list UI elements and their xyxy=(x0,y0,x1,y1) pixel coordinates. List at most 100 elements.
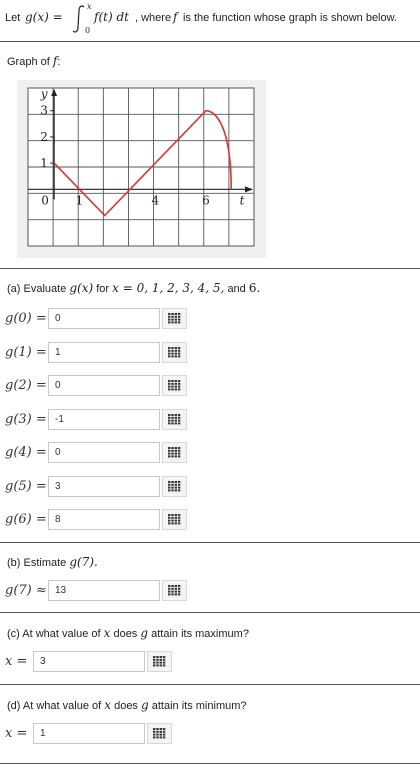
intro-tail: is the function whose graph is shown bel… xyxy=(183,12,398,24)
x-axis-label: t xyxy=(240,193,245,207)
part-d-prompt: (d) At what value of x does g attain its… xyxy=(7,698,247,712)
part-c-x: x xyxy=(103,626,111,640)
part-a-six: 6. xyxy=(248,281,261,295)
answer-label-d: x = xyxy=(5,725,28,741)
answer-input-a[interactable]: 8 xyxy=(48,509,160,530)
graph-caption-text: Graph of xyxy=(7,56,50,68)
keypad-button[interactable] xyxy=(162,509,187,530)
keypad-button[interactable] xyxy=(162,375,187,396)
part-b-g7: g(7). xyxy=(69,555,98,569)
x-tick-label: 4 xyxy=(151,193,159,207)
answer-label-c: x = xyxy=(5,653,28,669)
keypad-icon xyxy=(153,656,166,667)
answer-label-a: g(2) = xyxy=(5,377,47,393)
divider xyxy=(0,268,420,269)
answer-input-a[interactable]: 0 xyxy=(48,442,160,463)
answer-row-a: g(6) = xyxy=(5,508,47,530)
divider xyxy=(0,684,420,685)
part-c-does: does xyxy=(113,628,138,640)
answer-label-a: g(6) = xyxy=(5,511,47,527)
divider xyxy=(0,763,420,764)
answer-input-b[interactable]: 13 xyxy=(48,580,160,601)
part-d-prompt-start: (d) At what value of xyxy=(7,700,102,712)
answer-input-d[interactable]: 1 xyxy=(33,723,145,744)
part-c-tail: attain its maximum? xyxy=(151,628,249,640)
part-d-does: does xyxy=(114,700,138,712)
answer-label-a: g(5) = xyxy=(5,478,47,494)
answer-row-c: x = xyxy=(5,650,27,672)
x-tick-label: 0 xyxy=(41,193,49,207)
answer-label-a: g(0) = xyxy=(5,310,47,326)
answer-row-d: x = xyxy=(5,722,27,744)
divider xyxy=(0,542,420,543)
y-tick-label: 1 xyxy=(40,156,48,170)
intro-let: Let xyxy=(5,12,21,24)
keypad-button[interactable] xyxy=(162,308,187,329)
part-b-prompt: (b) Estimate g(7). xyxy=(7,555,98,569)
part-d-g: g xyxy=(141,698,149,712)
y-tick-label: 2 xyxy=(40,130,48,144)
part-a-g: g(x) xyxy=(69,281,94,295)
y-axis-label: y xyxy=(40,87,48,101)
graph-caption-colon: : xyxy=(57,56,61,68)
keypad-button[interactable] xyxy=(162,442,187,463)
keypad-button[interactable] xyxy=(162,409,187,430)
keypad-icon xyxy=(168,447,181,458)
part-c-prompt: (c) At what value of x does g attain its… xyxy=(7,626,249,640)
answer-row-a: g(0) = xyxy=(5,307,47,329)
part-b-prompt-start: (b) Estimate xyxy=(7,557,67,569)
keypad-icon xyxy=(168,414,181,425)
answer-input-c[interactable]: 3 xyxy=(33,651,145,672)
answer-row-a: g(4) = xyxy=(5,441,47,463)
answer-row-a: g(1) = xyxy=(5,341,47,363)
answer-label-b: g(7) ≈ xyxy=(5,582,47,598)
part-a-prompt: (a) Evaluate g(x) for x = 0, 1, 2, 3, 4,… xyxy=(7,281,260,295)
answer-label-a: g(4) = xyxy=(5,444,47,460)
intro-upper: x xyxy=(87,2,92,11)
keypad-icon xyxy=(168,514,181,525)
part-a-for: for xyxy=(96,283,110,295)
answer-input-a[interactable]: 1 xyxy=(48,342,160,363)
keypad-icon xyxy=(168,585,181,596)
answer-row-a: g(2) = xyxy=(5,374,47,396)
graph-panel: 3 2 1 0 1 4 6 y t xyxy=(17,80,266,258)
keypad-button[interactable] xyxy=(147,723,172,744)
part-a-prompt-start: (a) Evaluate xyxy=(7,283,67,295)
x-tick-label: 1 xyxy=(76,193,84,207)
answer-input-a[interactable]: -1 xyxy=(48,409,160,430)
answer-row-b: g(7) ≈ xyxy=(5,579,47,601)
keypad-button[interactable] xyxy=(147,651,172,672)
part-c-prompt-start: (c) At what value of xyxy=(7,628,101,640)
keypad-button[interactable] xyxy=(162,342,187,363)
answer-input-a[interactable]: 3 xyxy=(48,476,160,497)
keypad-icon xyxy=(168,313,181,324)
answer-input-a[interactable]: 0 xyxy=(48,375,160,396)
intro-text: Let g(x) = x 0 f(t) dt , where f is the … xyxy=(5,2,415,35)
intro-where: , where xyxy=(135,12,172,24)
answer-input-a[interactable]: 0 xyxy=(48,308,160,329)
part-a-and: and xyxy=(227,283,246,295)
answer-label-a: g(1) = xyxy=(5,344,47,360)
graph-of-f: 3 2 1 0 1 4 6 y t xyxy=(27,87,255,247)
divider xyxy=(0,41,420,42)
divider xyxy=(0,612,420,613)
keypad-icon xyxy=(168,347,181,358)
part-a-x-values: x = 0, 1, 2, 3, 4, 5, xyxy=(112,281,225,295)
keypad-button[interactable] xyxy=(162,476,187,497)
intro-lower: 0 xyxy=(85,26,91,35)
keypad-icon xyxy=(153,728,166,739)
keypad-icon xyxy=(168,481,181,492)
answer-row-a: g(5) = xyxy=(5,475,47,497)
x-tick-label: 6 xyxy=(202,193,210,207)
answer-label-a: g(3) = xyxy=(5,411,47,427)
intro-integrand: f(t) dt xyxy=(94,10,129,24)
part-c-g: g xyxy=(140,626,149,640)
part-d-tail: attain its minimum? xyxy=(151,700,247,712)
part-d-x: x xyxy=(104,698,112,712)
y-tick-label: 3 xyxy=(40,104,48,118)
keypad-icon xyxy=(168,380,181,391)
graph-caption: Graph of f: xyxy=(7,54,60,68)
intro-f: f xyxy=(173,10,178,24)
answer-row-a: g(3) = xyxy=(5,408,47,430)
keypad-button[interactable] xyxy=(162,580,187,601)
